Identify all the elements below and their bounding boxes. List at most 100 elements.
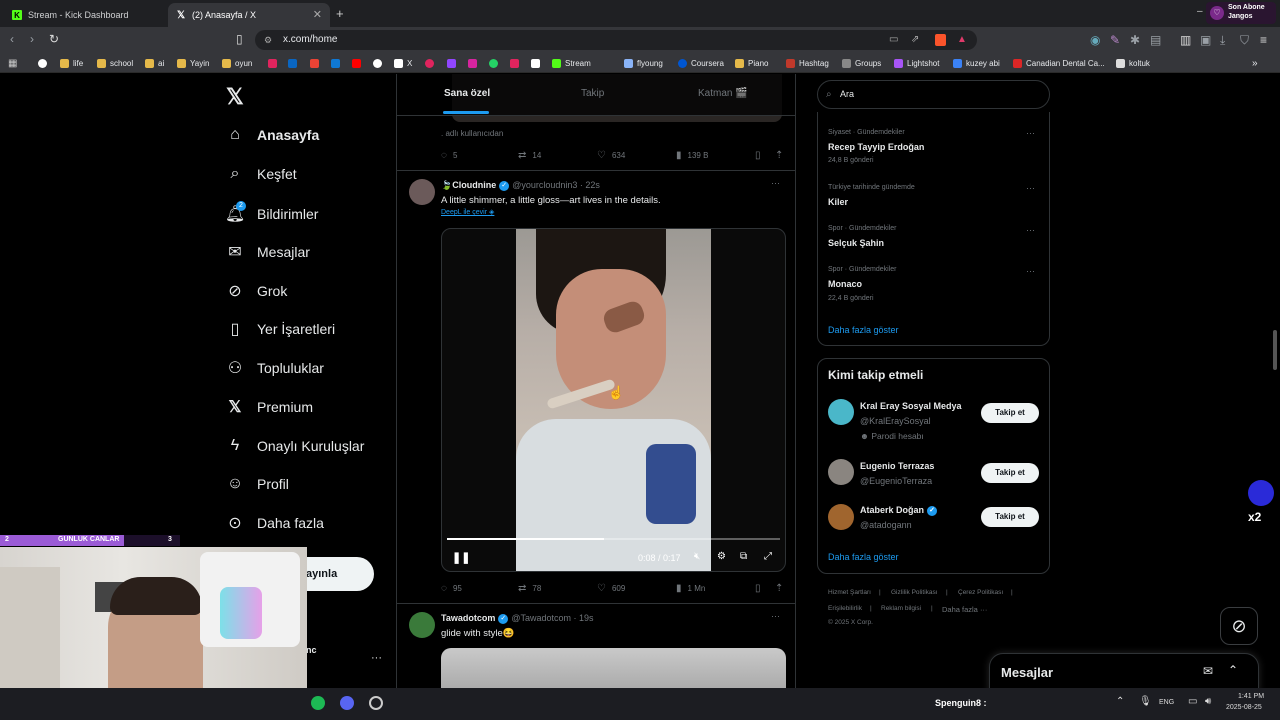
nav-item-grok[interactable]: ⊘ Grok	[226, 279, 287, 303]
menu-icon[interactable]: ≡	[1260, 33, 1267, 47]
reply-button[interactable]: ◌ 5	[441, 150, 457, 161]
tab-kick-dashboard[interactable]: K Stream - Kick Dashboard	[4, 3, 166, 27]
download-icon[interactable]: ⤓	[1220, 33, 1225, 48]
nav-item-home[interactable]: ⌂ Anasayfa	[226, 123, 319, 147]
tab-for-you[interactable]: Sana özel	[444, 88, 490, 99]
messages-drawer[interactable]: Mesajlar ✉ ⌃	[989, 653, 1259, 693]
bookmark-chrome[interactable]	[373, 56, 386, 70]
bookmark-whatsapp[interactable]	[489, 56, 502, 70]
footer-terms-link[interactable]: Hizmet Şartları	[828, 589, 871, 596]
bookmark-post-button[interactable]: ▯	[755, 583, 767, 594]
footer-privacy-link[interactable]: Gizlilik Politikası	[891, 589, 938, 596]
bookmark-koltuk[interactable]: koltuk	[1116, 56, 1150, 70]
repost-button[interactable]: ⇄ 78	[518, 583, 541, 594]
bookmark-hashtag[interactable]: Hashtag	[786, 56, 829, 70]
volume-icon[interactable]: 🔊︎	[1205, 696, 1211, 707]
translate-link[interactable]: DeepL ile çevir ◈	[441, 208, 494, 216]
bookmark-tumblr[interactable]	[510, 56, 523, 70]
bookmark-lightshot[interactable]: Lightshot	[894, 56, 939, 70]
post-time[interactable]: 19s	[579, 613, 594, 623]
bookmark-icon-1[interactable]	[268, 56, 281, 70]
bookmark-stream[interactable]: Stream	[552, 56, 591, 70]
nav-item-more[interactable]: ⊙ Daha fazla	[226, 511, 324, 535]
trend-more-icon[interactable]: ···	[1026, 128, 1035, 138]
footer-ads-link[interactable]: Reklam bilgisi	[881, 605, 921, 612]
nav-item-bookmarks[interactable]: ▯ Yer İşaretleri	[226, 317, 335, 341]
pen-icon[interactable]: ✎	[1110, 33, 1120, 47]
expand-icon[interactable]: ⌃	[1228, 663, 1238, 677]
bookmark-coursera[interactable]: Coursera	[678, 56, 724, 70]
repost-button[interactable]: ⇄ 14	[518, 150, 541, 161]
brave-shield-icon[interactable]	[935, 34, 946, 46]
tab-x-home[interactable]: 𝕏 (2) Anasayfa / X ✕	[168, 3, 330, 27]
bookmark-amazon[interactable]	[531, 56, 544, 70]
views-button[interactable]: ▮ 1 Mn	[676, 583, 705, 594]
suggestion-name[interactable]: Eugenio Terrazas	[860, 461, 934, 471]
grok-float-button[interactable]: ⊘	[1220, 607, 1258, 645]
close-tab-icon[interactable]: ✕	[313, 8, 322, 21]
show-more-suggestions-link[interactable]: Daha fazla göster	[828, 552, 899, 562]
nav-item-profile[interactable]: ☺ Profil	[226, 472, 289, 496]
bookmark-life[interactable]: life	[60, 56, 83, 70]
bookmark-piano[interactable]: Piano	[735, 56, 768, 70]
footer-cookie-link[interactable]: Çerez Politikası	[958, 589, 1003, 596]
like-button[interactable]: ♡ 609	[597, 583, 625, 594]
bookmark-yayin[interactable]: Yayin	[177, 56, 209, 70]
fullscreen-icon[interactable]: ⤢	[764, 551, 772, 562]
apps-grid-icon[interactable]: ▦	[8, 56, 17, 70]
post-more-icon[interactable]: ···	[771, 178, 780, 188]
bookmark-flyoung[interactable]: flyoung	[624, 56, 663, 70]
video-player[interactable]: ☝ ❚❚ 0:08 / 0:17 🔇︎ ⚙ ⧉ ⤢	[441, 228, 786, 572]
suggestion-name[interactable]: Kral Eray Sosyal Medya	[860, 401, 962, 411]
share-post-button[interactable]: ⇡	[775, 583, 789, 594]
bookmark-post-button[interactable]: ▯	[755, 150, 767, 161]
more-bookmarks-icon[interactable]: »	[1252, 56, 1258, 70]
post-time[interactable]: 22s	[585, 180, 600, 190]
tray-chevron-icon[interactable]: ⌃	[1116, 696, 1124, 707]
pip-icon[interactable]: ⧉	[740, 551, 747, 562]
clock-date[interactable]: 2025-08-25	[1226, 704, 1262, 711]
url-input[interactable]: ⚙ x.com/home ▭ ⇗ ▲	[255, 30, 977, 50]
bookmark-school[interactable]: school	[97, 56, 133, 70]
follow-button[interactable]: Takip et	[981, 403, 1039, 423]
mute-icon[interactable]: 🔇︎	[694, 551, 700, 562]
nav-item-communities[interactable]: ⚇ Topluluklar	[226, 356, 324, 380]
tab-following[interactable]: Takip	[581, 88, 604, 99]
bookmark-ai[interactable]: ai	[145, 56, 164, 70]
nav-item-notifications[interactable]: 🔔︎ 2 Bildirimler	[225, 201, 318, 226]
bookmark-linkedin[interactable]	[288, 56, 301, 70]
search-input[interactable]: ⌕ Ara	[817, 80, 1050, 109]
obs-icon[interactable]	[369, 696, 383, 710]
reply-button[interactable]: ◌ 95	[441, 583, 462, 594]
share-icon[interactable]: ⇗	[911, 30, 919, 50]
scrollbar-thumb[interactable]	[1273, 330, 1277, 370]
show-more-trends-link[interactable]: Daha fazla göster	[828, 325, 899, 335]
bookmark-oyun[interactable]: oyun	[222, 56, 252, 70]
settings-icon[interactable]: ⚙	[717, 551, 726, 562]
video-progress-track[interactable]	[447, 538, 780, 540]
bookmark-canadian-dental[interactable]: Canadian Dental Ca...	[1013, 56, 1105, 70]
minimize-icon[interactable]: –	[1197, 6, 1203, 17]
views-button[interactable]: ▮ 139 B	[676, 150, 708, 161]
new-tab-button[interactable]: +	[336, 6, 344, 21]
author-name[interactable]: Tawadotcom	[441, 613, 495, 623]
nav-item-messages[interactable]: ✉ Mesajlar	[226, 240, 310, 264]
nav-item-verified-orgs[interactable]: ϟ Onaylı Kuruluşlar	[226, 434, 365, 458]
discord-icon[interactable]	[340, 696, 354, 710]
trend-title[interactable]: Recep Tayyip Erdoğan	[828, 142, 924, 152]
suggestion-name[interactable]: Ataberk Doğan ✓	[860, 505, 940, 516]
brave-rewards-icon[interactable]: ▲	[957, 30, 967, 50]
sidebar-icon[interactable]: ▥	[1180, 33, 1191, 47]
bookmark-page-icon[interactable]: ▯	[236, 32, 243, 46]
bookmark-groups[interactable]: Groups	[842, 56, 881, 70]
post-more-icon[interactable]: ···	[771, 611, 780, 621]
extensions-icon[interactable]: ✱	[1130, 33, 1140, 47]
vpn-icon[interactable]: ⛉	[1240, 33, 1249, 48]
bookmark-twitch[interactable]	[447, 56, 460, 70]
bookmark-youtube[interactable]	[352, 56, 365, 70]
nav-item-explore[interactable]: ⌕ Keşfet	[226, 162, 297, 186]
reload-icon[interactable]: ↻	[49, 32, 59, 46]
bookmark-x[interactable]: X	[394, 56, 412, 70]
like-button[interactable]: ♡ 634	[597, 150, 625, 161]
trend-more-icon[interactable]: ···	[1026, 183, 1035, 193]
